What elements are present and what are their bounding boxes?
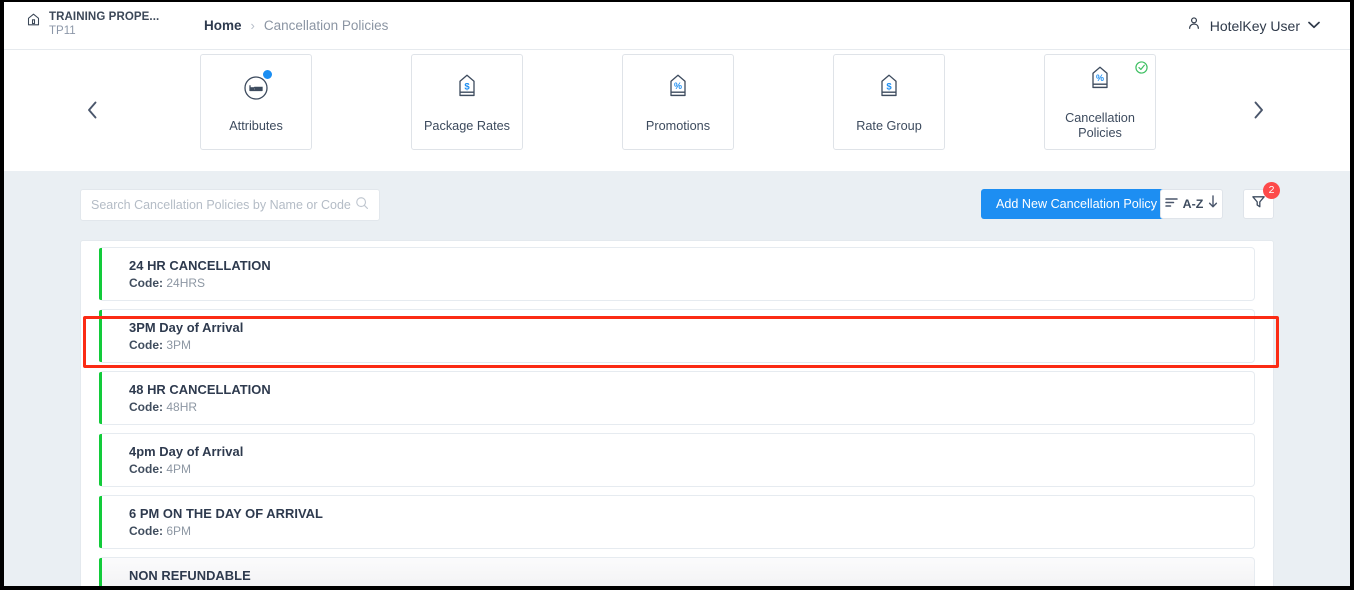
list-item[interactable]: 6 PM ON THE DAY OF ARRIVAL Code: 6PM: [99, 495, 1255, 549]
tab-promotions[interactable]: % Promotions: [622, 54, 734, 150]
content-area: Add New Cancellation Policy A-Z: [4, 171, 1350, 586]
list-item[interactable]: 24 HR CANCELLATION Code: 24HRS: [99, 247, 1255, 301]
code-label: Code:: [129, 338, 163, 352]
tab-label: Promotions: [646, 119, 710, 134]
person-icon: [1186, 15, 1202, 36]
policy-name: 3PM Day of Arrival: [129, 319, 1254, 336]
arrow-down-icon: [1208, 195, 1218, 213]
search-input[interactable]: [91, 198, 355, 212]
price-tag-percent-icon: %: [667, 71, 689, 105]
property-code: TP11: [49, 24, 159, 39]
price-tag-percent-icon: %: [1089, 63, 1111, 97]
tab-cancellation-policies[interactable]: % Cancellation Policies: [1044, 54, 1156, 150]
home-outline-icon: [26, 12, 41, 32]
filter-button[interactable]: 2: [1243, 189, 1274, 219]
policy-code: Code: 24HRS: [129, 274, 1254, 292]
blue-dot-badge-icon: [262, 69, 273, 80]
list-item[interactable]: 48 HR CANCELLATION Code: 48HR: [99, 371, 1255, 425]
policy-code: Code: 48HR: [129, 398, 1254, 416]
cancellation-policy-list: 24 HR CANCELLATION Code: 24HRS 3PM Day o…: [80, 240, 1274, 586]
code-value: 6PM: [166, 524, 191, 538]
policy-name: 24 HR CANCELLATION: [129, 257, 1254, 274]
svg-text:$: $: [464, 81, 470, 92]
code-label: Code:: [129, 462, 163, 476]
breadcrumb-separator-icon: ›: [251, 18, 255, 33]
svg-text:%: %: [1096, 73, 1104, 83]
policy-name: 4pm Day of Arrival: [129, 443, 1254, 460]
list-toolbar: Add New Cancellation Policy A-Z: [80, 189, 1274, 225]
user-menu[interactable]: HotelKey User: [1186, 15, 1320, 36]
code-label: Code:: [129, 400, 163, 414]
code-label: Code:: [129, 276, 163, 290]
search-box[interactable]: [80, 189, 380, 221]
list-item[interactable]: 4pm Day of Arrival Code: 4PM: [99, 433, 1255, 487]
sort-label: A-Z: [1183, 197, 1204, 211]
sort-button[interactable]: A-Z: [1160, 189, 1223, 219]
svg-text:$: $: [886, 81, 892, 92]
app-window: TRAINING PROPE... TP11 Home › Cancellati…: [4, 2, 1350, 586]
tab-label: Rate Group: [856, 119, 922, 134]
tab-rate-group[interactable]: $ Rate Group: [833, 54, 945, 150]
add-new-cancellation-policy-button[interactable]: Add New Cancellation Policy: [981, 189, 1172, 219]
filter-count-badge: 2: [1263, 182, 1280, 199]
code-value: 24HRS: [166, 276, 205, 290]
chevron-down-icon[interactable]: [1308, 20, 1320, 32]
policy-name: 6 PM ON THE DAY OF ARRIVAL: [129, 505, 1254, 522]
breadcrumb-home[interactable]: Home: [204, 18, 242, 33]
tab-attributes[interactable]: Attributes: [200, 54, 312, 150]
code-value: 3PM: [166, 338, 191, 352]
search-icon[interactable]: [355, 196, 369, 215]
price-tag-dollar-icon: $: [878, 71, 900, 105]
property-name: TRAINING PROPE...: [49, 10, 159, 24]
bed-circle-icon: [243, 71, 269, 105]
top-bar: TRAINING PROPE... TP11 Home › Cancellati…: [4, 2, 1350, 50]
tab-label: Attributes: [229, 119, 283, 134]
price-tag-dollar-icon: $: [456, 71, 478, 105]
chevron-right-icon[interactable]: [1246, 98, 1270, 122]
funnel-icon: [1251, 194, 1266, 214]
policy-code: Code: 4PM: [129, 460, 1254, 478]
policy-name: 48 HR CANCELLATION: [129, 381, 1254, 398]
code-value: 48HR: [166, 400, 197, 414]
list-item[interactable]: NON REFUNDABLE: [99, 557, 1255, 586]
tab-label: Package Rates: [424, 119, 510, 134]
tab-package-rates[interactable]: $ Package Rates: [411, 54, 523, 150]
code-value: 4PM: [166, 462, 191, 476]
policy-code: Code: 3PM: [129, 336, 1254, 354]
green-check-icon: [1135, 61, 1148, 74]
policy-code: Code: 6PM: [129, 522, 1254, 540]
policy-name: NON REFUNDABLE: [129, 567, 1254, 584]
code-label: Code:: [129, 524, 163, 538]
sort-lines-icon: [1165, 195, 1178, 213]
breadcrumb: Home › Cancellation Policies: [204, 18, 388, 33]
chevron-left-icon[interactable]: [80, 98, 104, 122]
tab-list: Attributes $ Package Rates: [200, 54, 1156, 150]
user-name: HotelKey User: [1210, 18, 1300, 34]
svg-text:%: %: [674, 81, 682, 91]
breadcrumb-current: Cancellation Policies: [264, 18, 389, 33]
module-tab-strip: Attributes $ Package Rates: [4, 50, 1350, 171]
list-item[interactable]: 3PM Day of Arrival Code: 3PM: [99, 309, 1255, 363]
tab-label: Cancellation Policies: [1045, 111, 1155, 141]
property-selector[interactable]: TRAINING PROPE... TP11: [26, 10, 159, 39]
